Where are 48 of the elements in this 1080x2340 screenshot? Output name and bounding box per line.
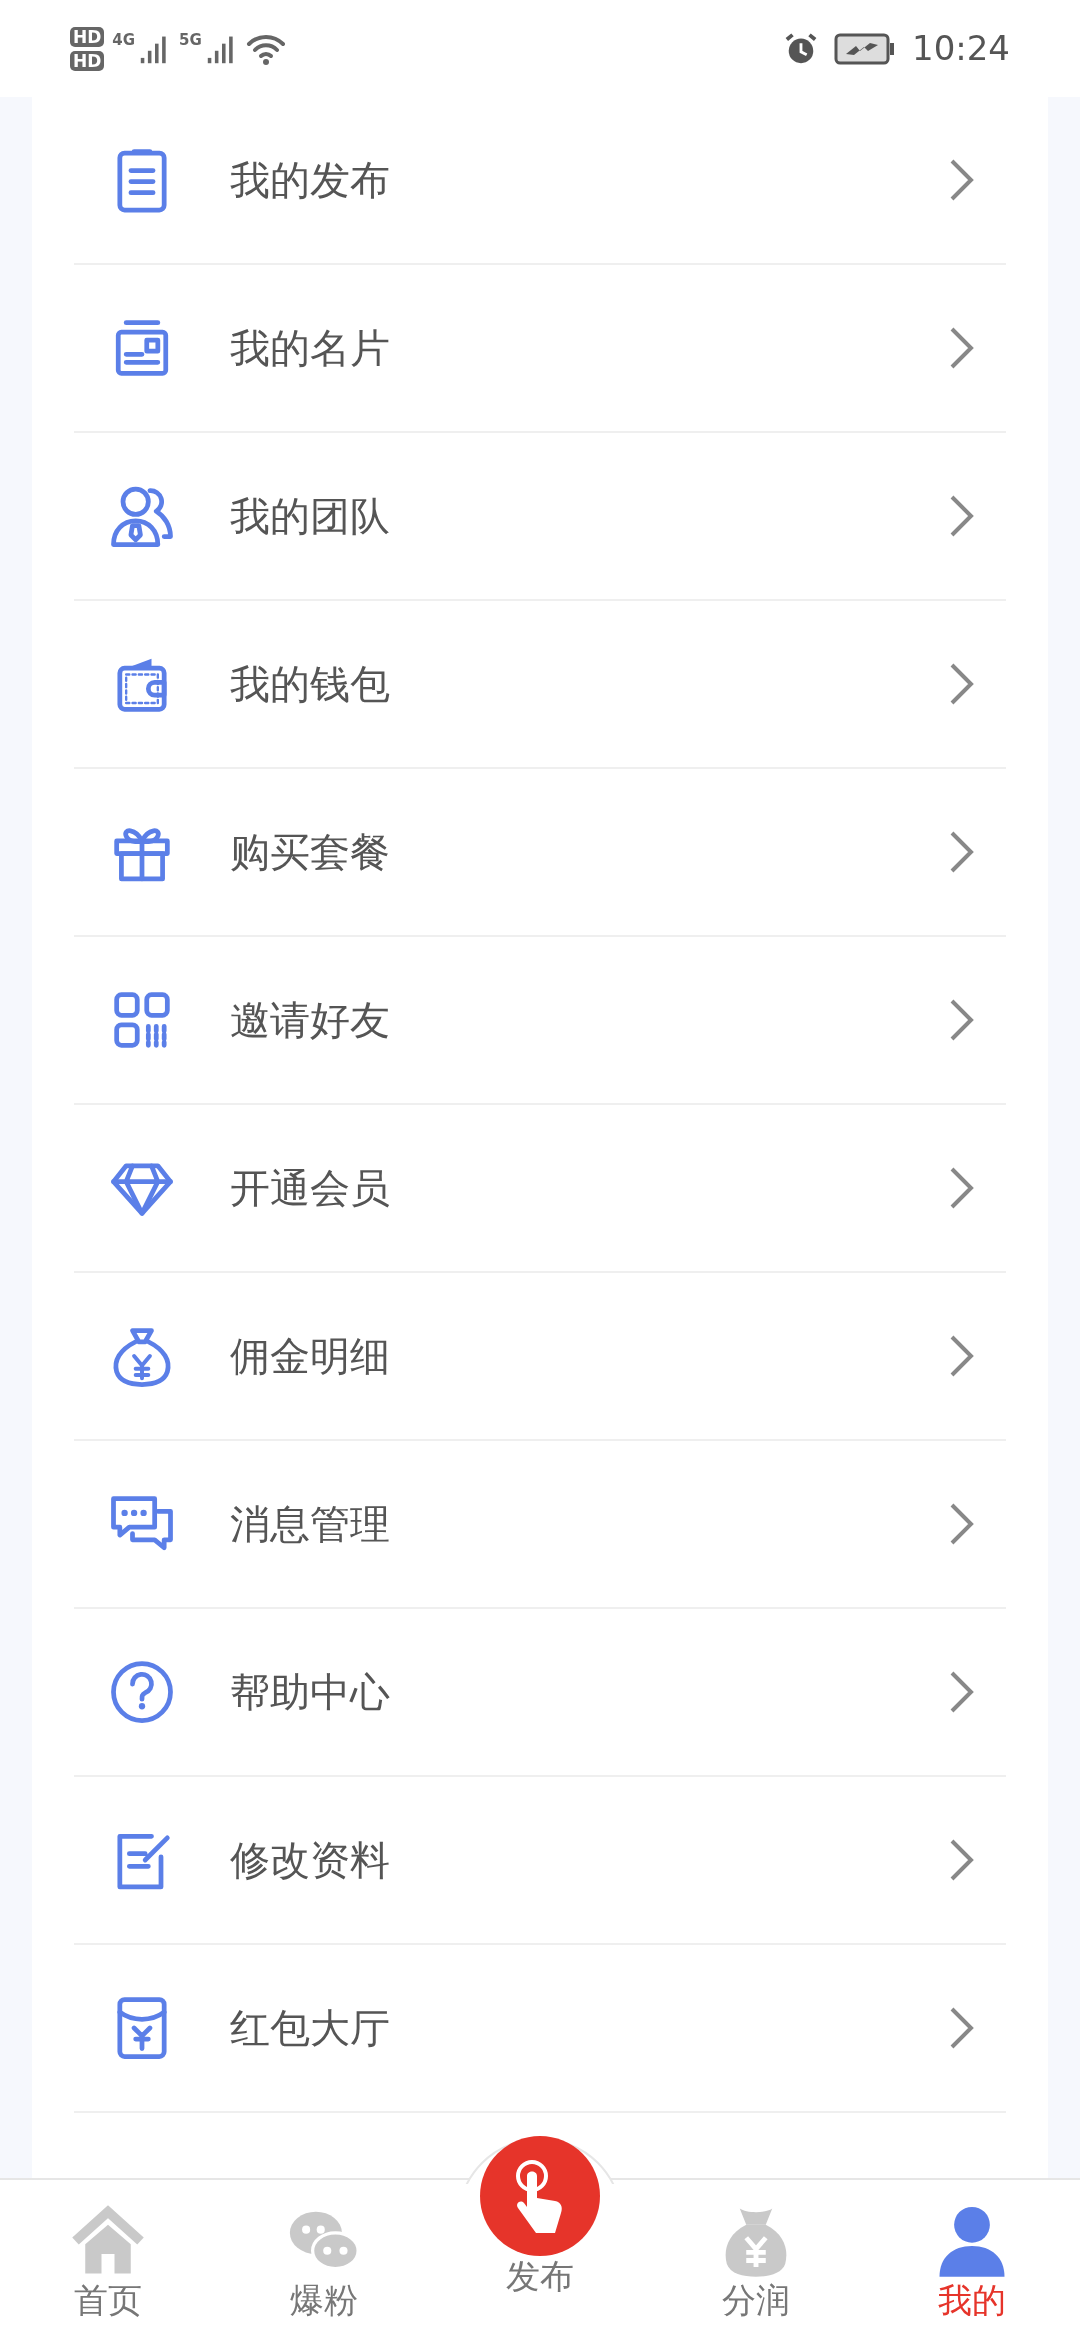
alarm-icon — [784, 31, 818, 66]
nav-tab[interactable]: 发布 — [432, 2136, 648, 2340]
menu-label: 购买套餐 — [230, 828, 391, 877]
menu-item[interactable]: 消息管理 — [74, 1441, 1006, 1609]
sim-label: HD — [70, 50, 105, 71]
chevron-right-icon — [948, 661, 976, 707]
chevron-right-icon — [948, 997, 976, 1043]
network-label: 5G — [179, 32, 202, 48]
menu-label: 邀请好友 — [230, 996, 391, 1045]
chevron-right-icon — [948, 325, 976, 371]
menu-label: 我的发布 — [230, 156, 391, 205]
menu-item[interactable]: 我的钱包 — [74, 601, 1006, 769]
nav-tab[interactable]: 爆粉 — [216, 2180, 432, 2340]
chevron-right-icon — [948, 493, 976, 539]
menu-item[interactable]: 购买套餐 — [74, 769, 1006, 937]
menu-label: 开通会员 — [230, 1164, 391, 1213]
menu-item[interactable]: 帮助中心 — [74, 1609, 1006, 1777]
battery-icon — [834, 31, 896, 66]
chevron-right-icon — [948, 1837, 976, 1883]
chevron-right-icon — [948, 1669, 976, 1715]
menu-item[interactable]: 邀请好友 — [74, 937, 1006, 1105]
menu-item[interactable]: 我的团队 — [74, 433, 1006, 601]
menu-label: 佣金明细 — [230, 1332, 391, 1381]
chevron-right-icon — [948, 1165, 976, 1211]
clock-time: 10:24 — [912, 27, 1010, 70]
nav-tab[interactable]: 我的 — [864, 2180, 1080, 2340]
nav-tab[interactable]: 首页 — [0, 2180, 216, 2340]
nav-tab[interactable]: 分润 — [648, 2180, 864, 2340]
menu-label: 红包大厅 — [230, 2004, 391, 2053]
menu-item[interactable]: 红包大厅 — [74, 1945, 1006, 2113]
menu-label: 修改资料 — [230, 1836, 391, 1885]
menu-label: 我的团队 — [230, 492, 391, 541]
menu-item[interactable]: 修改资料 — [74, 1777, 1006, 1945]
menu-label: 我的名片 — [230, 324, 391, 373]
sim-label: HD — [70, 26, 105, 47]
chevron-right-icon — [948, 1333, 976, 1379]
chevron-right-icon — [948, 157, 976, 203]
menu-label: 消息管理 — [230, 1500, 391, 1549]
chevron-right-icon — [948, 2005, 976, 2051]
network-label: 4G — [112, 32, 136, 48]
menu-item[interactable]: 开通会员 — [74, 1105, 1006, 1273]
menu-label: 我的钱包 — [230, 660, 391, 709]
menu-item[interactable]: 佣金明细 — [74, 1273, 1006, 1441]
menu-item[interactable]: 我的发布 — [74, 97, 1006, 265]
menu-item[interactable]: 我的名片 — [74, 265, 1006, 433]
chevron-right-icon — [948, 1501, 976, 1547]
menu-label: 帮助中心 — [230, 1668, 391, 1717]
chevron-right-icon — [948, 829, 976, 875]
